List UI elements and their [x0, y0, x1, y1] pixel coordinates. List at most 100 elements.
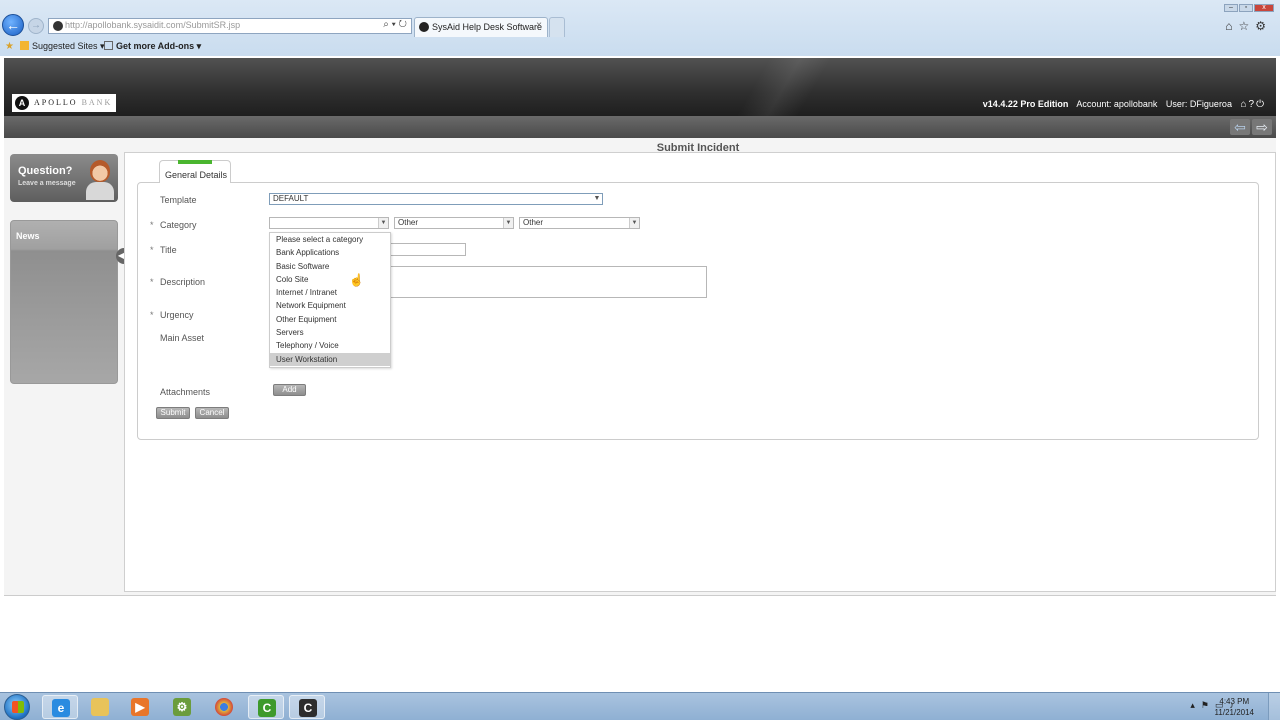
dropdown-option[interactable]: Network Equipment	[270, 299, 390, 312]
browser-toolbar-icons: ⌂☆⚙	[1225, 19, 1272, 33]
power-icon[interactable]: ⏻	[1256, 99, 1266, 110]
address-bar[interactable]: http://apollobank.sysaidit.com/SubmitSR.…	[48, 18, 412, 34]
header-icons: ⌂?⏻	[1240, 99, 1266, 110]
subcategory-value: Other	[398, 218, 419, 227]
incident-form: Template DEFAULT ▼ * Category ▼ Other ▼ …	[137, 182, 1259, 440]
hand-cursor-icon: ☝	[349, 273, 364, 287]
version-label: v14.4.22 Pro Edition	[982, 99, 1069, 109]
flag-icon[interactable]: ⚑	[1201, 700, 1215, 710]
show-desktop-button[interactable]	[1268, 693, 1280, 720]
main-asset-label: Main Asset	[160, 333, 205, 343]
dropdown-option[interactable]: Servers	[270, 326, 390, 339]
back-button[interactable]: ←	[2, 14, 24, 36]
maximize-button[interactable]: ▫	[1239, 4, 1253, 12]
browser-titlebar: ← → http://apollobank.sysaidit.com/Submi…	[0, 0, 1280, 56]
app-icon: ⚙	[173, 698, 191, 716]
clock-time: 4:43 PM	[1219, 697, 1250, 706]
header-info: v14.4.22 Pro Edition Account: apollobank…	[983, 99, 1266, 110]
taskbar-app[interactable]: ⚙	[164, 695, 200, 719]
addons-icon	[104, 41, 113, 50]
dropdown-option[interactable]: Bank Applications	[270, 246, 390, 259]
required-marker: *	[150, 220, 154, 230]
favorites-bar: ★ Suggested Sites ▾ Get more Add-ons ▾	[0, 38, 1280, 56]
search-refresh-icons[interactable]: ⌕ ▾ ↻	[383, 19, 407, 30]
template-label: Template	[160, 195, 197, 205]
minimize-button[interactable]: –	[1224, 4, 1238, 12]
taskbar-clock[interactable]: 4:43 PM 11/21/2014	[1215, 696, 1254, 718]
settings-gear-icon[interactable]: ⚙	[1255, 19, 1272, 33]
add-attachment-button[interactable]: Add	[273, 384, 306, 396]
dropdown-option[interactable]: Internet / Intranet	[270, 286, 390, 299]
dropdown-option[interactable]: Please select a category	[270, 233, 390, 246]
attachments-label: Attachments	[160, 387, 211, 397]
required-marker: *	[150, 245, 154, 255]
subcategory-select[interactable]: Other ▼	[394, 217, 514, 229]
news-panel: News	[10, 220, 118, 384]
chevron-down-icon: ▼	[378, 218, 388, 228]
dropdown-option[interactable]: Telephony / Voice	[270, 339, 390, 352]
third-level-category-select[interactable]: Other ▼	[519, 217, 640, 229]
account-label: Account: apollobank	[1076, 99, 1158, 109]
third-level-value: Other	[523, 218, 544, 227]
dropdown-option[interactable]: Basic Software	[270, 260, 390, 273]
new-tab-button[interactable]	[549, 17, 565, 37]
home-icon[interactable]: ⌂	[1240, 99, 1248, 110]
nav-forward-arrow-icon[interactable]: ⇨	[1252, 119, 1272, 135]
forward-button[interactable]: →	[28, 18, 44, 34]
required-marker: *	[150, 310, 154, 320]
category-label: Category	[160, 220, 197, 230]
urgency-label: Urgency	[160, 310, 194, 320]
question-subtitle: Leave a message	[18, 180, 76, 187]
tab-label: General Details	[164, 170, 228, 180]
taskbar-camtasia[interactable]: C	[248, 695, 284, 719]
site-favicon-icon	[53, 21, 63, 31]
taskbar-media[interactable]: ▶	[122, 695, 158, 719]
question-widget[interactable]: Question? Leave a message	[10, 154, 118, 202]
apollo-bank-logo[interactable]: A APOLLO BANK	[12, 94, 116, 112]
camtasia-icon: C	[258, 699, 276, 717]
close-window-button[interactable]: x	[1254, 4, 1274, 12]
tab-general-details[interactable]: General Details	[159, 160, 231, 183]
nav-back-arrow-icon[interactable]: ⇦	[1230, 119, 1250, 135]
taskbar-chrome[interactable]	[206, 695, 242, 719]
get-addons-link[interactable]: Get more Add-ons ▾	[104, 41, 201, 52]
get-addons-label: Get more Add-ons ▾	[116, 41, 202, 51]
back-arrow-icon: ←	[6, 17, 20, 33]
description-label: Description	[160, 277, 206, 287]
question-title: Question?	[18, 165, 73, 177]
favorites-star-icon[interactable]: ☆	[1238, 19, 1255, 33]
help-icon[interactable]: ?	[1249, 99, 1257, 110]
app-header: A APOLLO BANK v14.4.22 Pro Edition Accou…	[4, 58, 1276, 116]
suggested-sites-link[interactable]: Suggested Sites ▾	[20, 41, 105, 52]
home-icon[interactable]: ⌂	[1225, 19, 1238, 33]
windows-logo-icon	[12, 701, 24, 713]
address-url[interactable]: http://apollobank.sysaidit.com/SubmitSR.…	[65, 20, 240, 30]
chevron-down-icon: ▼	[592, 194, 602, 204]
cancel-button[interactable]: Cancel	[195, 407, 229, 419]
dropdown-option-highlighted[interactable]: User Workstation	[270, 352, 390, 366]
submit-button[interactable]: Submit	[156, 407, 190, 419]
start-button[interactable]	[4, 694, 30, 720]
dropdown-option[interactable]: Other Equipment	[270, 313, 390, 326]
taskbar-ie[interactable]: e	[42, 695, 78, 719]
category-dropdown-list[interactable]: Please select a category Bank Applicatio…	[269, 232, 391, 368]
suggested-sites-icon	[20, 41, 29, 50]
news-title: News	[16, 231, 40, 241]
browser-tab-active[interactable]: SysAid Help Desk Software ×	[414, 17, 548, 37]
folder-icon	[91, 698, 109, 716]
category-select[interactable]: ▼	[269, 217, 389, 229]
favorites-star-icon[interactable]: ★	[5, 41, 14, 52]
taskbar-camtasia-recorder[interactable]: C	[289, 695, 325, 719]
chevron-down-icon: ▼	[629, 218, 639, 228]
support-agent-avatar	[86, 158, 114, 200]
tab-close-icon[interactable]: ×	[536, 20, 542, 31]
title-label: Title	[160, 245, 177, 255]
dropdown-option[interactable]: Colo Site	[270, 273, 390, 286]
content-panel: General Details Template DEFAULT ▼ * Cat…	[124, 152, 1276, 592]
logo-mark: A	[15, 96, 29, 110]
template-select[interactable]: DEFAULT ▼	[269, 193, 603, 205]
taskbar-explorer[interactable]	[82, 695, 118, 719]
window-controls: – ▫ x	[1223, 0, 1274, 12]
show-hidden-icons-icon[interactable]: ▴	[1190, 700, 1201, 710]
media-player-icon: ▶	[131, 698, 149, 716]
